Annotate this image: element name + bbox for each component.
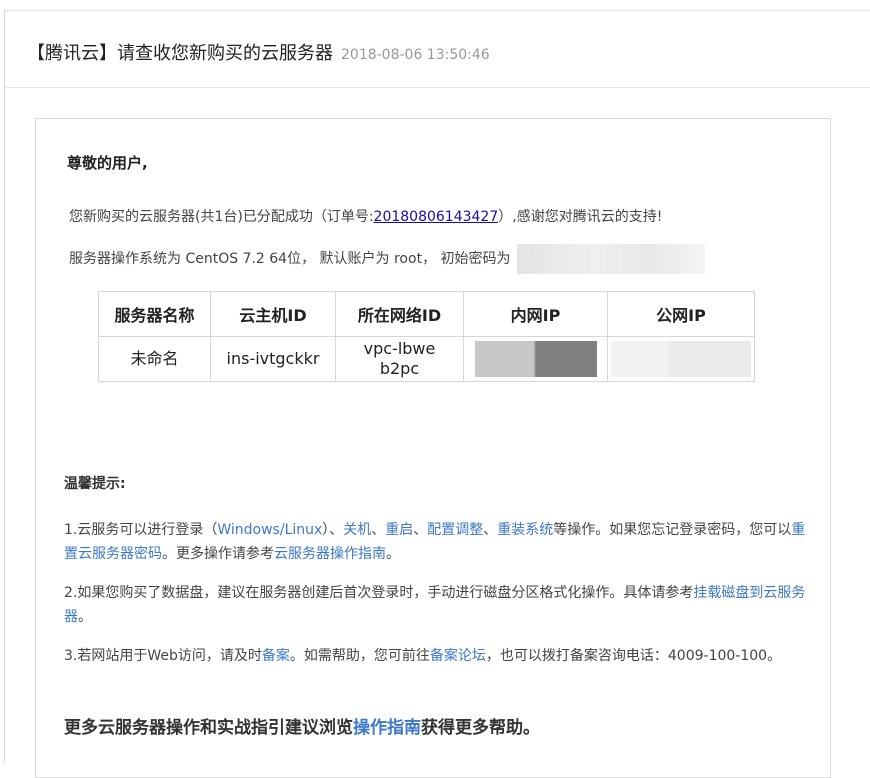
mail-subject: 【腾讯云】请查收您新购买的云服务器 2018-08-06 13:50:46 bbox=[27, 39, 490, 65]
tip2-text-1: 2.如果您购买了数据盘，建议在服务器创建后首次登录时，手动进行磁盘分区格式化操作… bbox=[64, 585, 694, 601]
order-line: 您新购买的云服务器(共1台)已分配成功（订单号:20180806143427）,… bbox=[69, 206, 662, 226]
subject-bar: 【腾讯云】请查收您新购买的云服务器 2018-08-06 13:50:46 bbox=[5, 11, 870, 88]
order-line-post: ）,感谢您对腾讯云的支持! bbox=[498, 209, 663, 225]
tip1-text-3: 、 bbox=[371, 522, 386, 538]
subject-title: 【腾讯云】请查收您新购买的云服务器 bbox=[27, 43, 333, 64]
col-header-public-ip: 公网IP bbox=[607, 291, 755, 337]
footer-pre: 更多云服务器操作和实战指引建议浏览 bbox=[64, 718, 353, 738]
col-header-vpc-id: 所在网络ID bbox=[335, 291, 464, 337]
table-row: 未命名 ins-ivtgckkr vpc-lbweb2pc bbox=[98, 336, 755, 382]
shutdown-link[interactable]: 关机 bbox=[343, 522, 371, 538]
tip1-text-1: 1.云服务可以进行登录（ bbox=[64, 522, 218, 538]
tip2-text-2: 。 bbox=[78, 609, 92, 625]
operation-guide-link[interactable]: 云服务器操作指南 bbox=[274, 546, 386, 562]
col-header-private-ip: 内网IP bbox=[463, 291, 608, 337]
col-header-name: 服务器名称 bbox=[98, 291, 211, 337]
vpc-id-text: vpc-lbweb2pc bbox=[363, 339, 436, 378]
tip1-text-8: 。 bbox=[386, 546, 400, 562]
vpc-id-cell: vpc-lbweb2pc bbox=[335, 336, 464, 382]
footer-help: 更多云服务器操作和实战指引建议浏览操作指南获得更多帮助。 bbox=[64, 713, 540, 738]
config-adjust-link[interactable]: 配置调整 bbox=[427, 522, 483, 538]
col-header-instance-id: 云主机ID bbox=[210, 291, 336, 337]
footer-guide-link[interactable]: 操作指南 bbox=[353, 718, 421, 738]
tip3-text-2: 。如需帮助，您可前往 bbox=[289, 648, 430, 664]
private-ip-redacted bbox=[474, 341, 597, 377]
tips-title: 温馨提示: bbox=[64, 476, 126, 492]
tip1-text-5: 、 bbox=[483, 522, 498, 538]
tip1-text-2: ）、 bbox=[322, 522, 344, 538]
subject-time: 2018-08-06 13:50:46 bbox=[341, 47, 490, 63]
login-link[interactable]: Windows/Linux bbox=[217, 522, 322, 538]
greeting: 尊敬的用户, bbox=[67, 154, 148, 172]
beian-link[interactable]: 备案 bbox=[262, 648, 290, 664]
reinstall-link[interactable]: 重装系统 bbox=[497, 522, 553, 538]
restart-link[interactable]: 重启 bbox=[385, 522, 413, 538]
password-redacted bbox=[516, 244, 705, 274]
table-header-row: 服务器名称 云主机ID 所在网络ID 内网IP 公网IP bbox=[98, 291, 755, 337]
public-ip-cell bbox=[607, 336, 755, 382]
tip1-text-6: 等操作。如果您忘记登录密码，您可以 bbox=[553, 522, 792, 538]
os-line-text: 服务器操作系统为 CentOS 7.2 64位， 默认账户为 root， 初始密… bbox=[69, 251, 511, 267]
order-line-pre: 您新购买的云服务器(共1台)已分配成功（订单号: bbox=[69, 209, 374, 225]
tip-1: 1.云服务可以进行登录（Windows/Linux）、关机、重启、配置调整、重装… bbox=[64, 518, 806, 566]
server-table: 服务器名称 云主机ID 所在网络ID 内网IP 公网IP 未命名 ins-ivt… bbox=[98, 291, 755, 382]
server-name-cell: 未命名 bbox=[98, 336, 211, 382]
private-ip-cell bbox=[463, 336, 608, 382]
public-ip-redacted bbox=[611, 341, 751, 377]
tip-3: 3.若网站用于Web访问，请及时备案。如需帮助，您可前往备案论坛，也可以拨打备案… bbox=[64, 644, 806, 668]
tip3-text-1: 3.若网站用于Web访问，请及时 bbox=[64, 648, 262, 664]
beian-forum-link[interactable]: 备案论坛 bbox=[430, 648, 486, 664]
instance-id-cell: ins-ivtgckkr bbox=[210, 336, 336, 382]
footer-post: 获得更多帮助。 bbox=[421, 718, 540, 738]
tip1-text-7: 。更多操作请参考 bbox=[162, 546, 274, 562]
order-number-link[interactable]: 20180806143427 bbox=[374, 209, 499, 225]
tip-2: 2.如果您购买了数据盘，建议在服务器创建后首次登录时，手动进行磁盘分区格式化操作… bbox=[64, 581, 806, 629]
os-line: 服务器操作系统为 CentOS 7.2 64位， 默认账户为 root， 初始密… bbox=[69, 244, 705, 274]
tip3-text-3: ，也可以拨打备案咨询电话：4009-100-100。 bbox=[485, 648, 782, 664]
tip1-text-4: 、 bbox=[413, 522, 428, 538]
